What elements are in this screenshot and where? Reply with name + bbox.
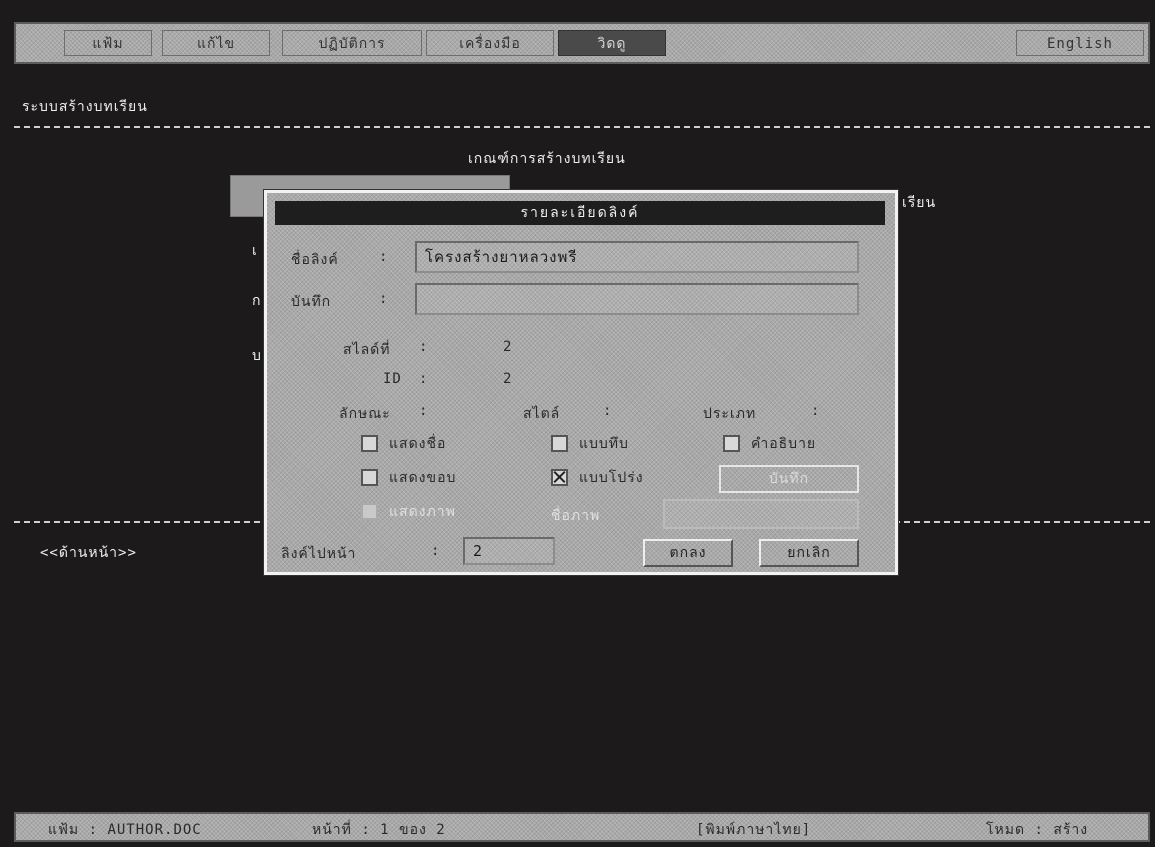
partial-char-1: เ bbox=[252, 243, 258, 259]
slide-no-value: 2 bbox=[503, 339, 513, 355]
next-link-field[interactable]: 2 bbox=[463, 537, 555, 565]
show-image-checkbox[interactable] bbox=[361, 503, 378, 520]
menu-view[interactable]: วิดดู bbox=[558, 30, 666, 56]
colon: : bbox=[419, 339, 429, 355]
status-page: หน้าที่ : 1 ของ 2 bbox=[312, 822, 446, 838]
colon: : bbox=[379, 249, 389, 265]
partial-char-2: ก bbox=[252, 293, 262, 309]
show-name-checkbox[interactable] bbox=[361, 435, 378, 452]
menu-action[interactable]: ปฏิบัติการ bbox=[282, 30, 422, 56]
id-label: ID bbox=[383, 371, 402, 387]
menu-bar: แฟ้ม แก้ไข ปฏิบัติการ เครื่องมือ วิดดู E… bbox=[14, 22, 1150, 64]
style-header: สไตล์ bbox=[523, 406, 561, 422]
dialog-title: รายละเอียดลิงค์ bbox=[275, 201, 885, 225]
transparent-style-label: แบบโปร่ง bbox=[579, 470, 644, 486]
colon: : bbox=[811, 403, 821, 419]
colon: : bbox=[419, 403, 429, 419]
slide-no-label: สไลด์ที่ bbox=[343, 342, 391, 358]
ok-button[interactable]: ตกลง bbox=[643, 539, 733, 567]
type-header: ประเภท bbox=[703, 406, 757, 422]
link-name-label: ชื่อลิงค์ bbox=[291, 252, 339, 268]
show-name-label: แสดงชื่อ bbox=[389, 436, 447, 452]
obscured-text: เรียน bbox=[902, 195, 937, 211]
menu-language[interactable]: English bbox=[1016, 30, 1144, 56]
note-field[interactable] bbox=[415, 283, 859, 315]
status-bar: แฟ้ม : AUTHOR.DOC หน้าที่ : 1 ของ 2 [พิม… bbox=[14, 812, 1150, 842]
transparent-style-checkbox[interactable] bbox=[551, 469, 568, 486]
app-title: ระบบสร้างบทเรียน bbox=[22, 99, 148, 115]
link-details-dialog: รายละเอียดลิงค์ ชื่อลิงค์ : โครงสร้างยาห… bbox=[263, 189, 899, 576]
next-link-label: ลิงค์ไปหน้า bbox=[281, 546, 357, 562]
note-label: บันทึก bbox=[291, 294, 332, 310]
menu-file[interactable]: แฟ้ม bbox=[64, 30, 152, 56]
show-border-checkbox[interactable] bbox=[361, 469, 378, 486]
colon: : bbox=[603, 403, 613, 419]
menu-edit[interactable]: แก้ไข bbox=[162, 30, 270, 56]
record-button[interactable]: บันทึก bbox=[719, 465, 859, 493]
nav-prev-link[interactable]: <<ด้านหน้า>> bbox=[40, 542, 137, 564]
colon: : bbox=[379, 291, 389, 307]
description-type-checkbox[interactable] bbox=[723, 435, 740, 452]
cancel-button[interactable]: ยกเลิก bbox=[759, 539, 859, 567]
id-value: 2 bbox=[503, 371, 513, 387]
status-file: แฟ้ม : AUTHOR.DOC bbox=[48, 822, 202, 838]
show-border-label: แสดงขอบ bbox=[389, 470, 457, 486]
show-image-label: แสดงภาพ bbox=[389, 504, 456, 520]
description-type-label: คำอธิบาย bbox=[751, 436, 817, 452]
solid-style-checkbox[interactable] bbox=[551, 435, 568, 452]
status-mode: โหมด : สร้าง bbox=[986, 822, 1089, 838]
link-name-field[interactable]: โครงสร้างยาหลวงพรี bbox=[415, 241, 859, 273]
divider-top bbox=[14, 126, 1150, 128]
section-heading: เกณฑ์การสร้างบทเรียน bbox=[468, 151, 626, 167]
menu-tools[interactable]: เครื่องมือ bbox=[426, 30, 554, 56]
partial-char-3: บ bbox=[252, 348, 262, 364]
file-name-label: ชื่อภาพ bbox=[551, 508, 601, 524]
appearance-header: ลักษณะ bbox=[339, 406, 391, 422]
colon: : bbox=[431, 543, 441, 559]
status-hint: [พิมพ์ภาษาไทย] bbox=[696, 822, 812, 838]
file-name-field[interactable] bbox=[663, 499, 859, 529]
colon: : bbox=[419, 371, 429, 387]
solid-style-label: แบบทึบ bbox=[579, 436, 629, 452]
